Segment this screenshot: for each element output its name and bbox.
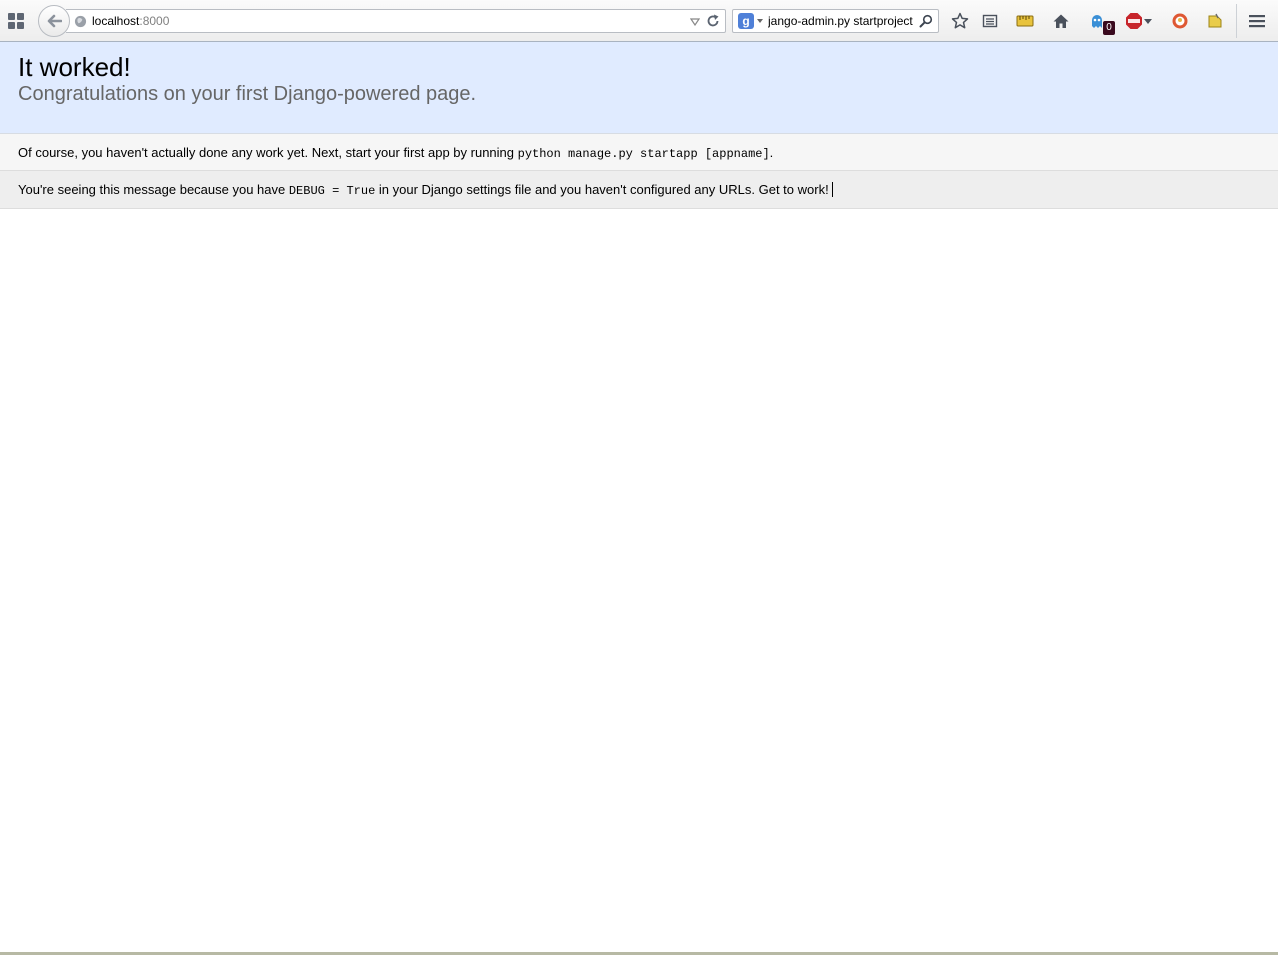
star-icon bbox=[951, 12, 969, 29]
explanation-text-before: You're seeing this message because you h… bbox=[18, 182, 289, 197]
arrow-left-icon bbox=[47, 14, 62, 28]
debug-setting-code: DEBUG = True bbox=[288, 184, 376, 198]
adblock-dropdown-button[interactable] bbox=[1142, 10, 1154, 32]
reload-icon[interactable] bbox=[706, 14, 720, 28]
history-dropdown-icon[interactable] bbox=[690, 18, 700, 26]
instructions-text-after: . bbox=[769, 145, 774, 160]
search-input[interactable]: jango-admin.py startproject bbox=[768, 14, 918, 28]
globe-icon bbox=[74, 15, 87, 28]
tab-groups-icon[interactable] bbox=[8, 13, 24, 29]
extension-note-button[interactable] bbox=[1204, 10, 1226, 32]
duckduckgo-button[interactable] bbox=[1169, 10, 1191, 32]
instructions-text: Of course, you haven't actually done any… bbox=[18, 145, 773, 161]
search-bar[interactable]: g jango-admin.py startproject bbox=[732, 9, 939, 33]
browser-toolbar: localhost:8000 g jango-admin.py startpro… bbox=[0, 0, 1278, 42]
page-content: It worked! Congratulations on your first… bbox=[0, 42, 1278, 209]
hamburger-menu-icon bbox=[1249, 15, 1265, 28]
page-title: It worked! bbox=[18, 52, 131, 82]
toolbar-separator bbox=[1236, 4, 1237, 38]
explanation-text: You're seeing this message because you h… bbox=[18, 182, 833, 198]
url-text[interactable]: localhost:8000 bbox=[92, 14, 169, 28]
url-host: localhost bbox=[92, 14, 140, 28]
ghostery-count-badge: 0 bbox=[1103, 21, 1115, 35]
extension-ruler-button[interactable] bbox=[1014, 10, 1036, 32]
instructions-text-before: Of course, you haven't actually done any… bbox=[18, 145, 518, 160]
main-menu-button[interactable] bbox=[1246, 10, 1268, 32]
adblock-icon bbox=[1126, 13, 1142, 29]
instructions-section: Of course, you haven't actually done any… bbox=[0, 134, 1278, 171]
url-bar[interactable]: localhost:8000 bbox=[66, 9, 726, 33]
back-button[interactable] bbox=[38, 5, 70, 37]
page-subtitle: Congratulations on your first Django-pow… bbox=[18, 83, 477, 105]
explanation-section: You're seeing this message because you h… bbox=[0, 171, 1278, 209]
bookmarks-menu-button[interactable] bbox=[979, 10, 1001, 32]
bookmark-star-button[interactable] bbox=[949, 10, 971, 32]
bookmarks-list-icon bbox=[982, 14, 998, 28]
url-port: :8000 bbox=[139, 14, 170, 28]
magnifier-icon[interactable] bbox=[919, 14, 933, 28]
engine-dropdown-icon[interactable] bbox=[757, 19, 763, 23]
summary-section: It worked! Congratulations on your first… bbox=[0, 42, 1278, 134]
text-cursor bbox=[831, 182, 833, 197]
chevron-down-icon bbox=[1144, 18, 1152, 24]
home-icon bbox=[1053, 14, 1069, 28]
ruler-icon bbox=[1016, 15, 1034, 27]
home-button[interactable] bbox=[1050, 10, 1072, 32]
explanation-text-after: in your Django settings file and you hav… bbox=[375, 182, 829, 197]
google-search-engine-icon[interactable]: g bbox=[738, 13, 754, 29]
sticky-note-icon bbox=[1208, 13, 1222, 28]
duck-icon bbox=[1172, 13, 1188, 29]
startapp-command: python manage.py startapp [appname] bbox=[517, 147, 770, 161]
